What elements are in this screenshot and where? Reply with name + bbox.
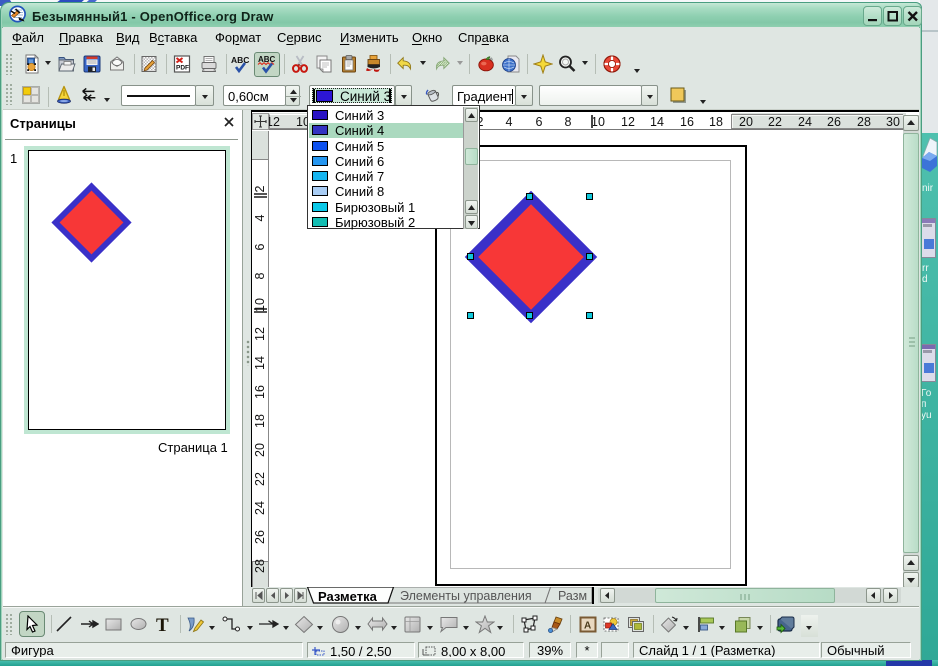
svg-text:ABC: ABC xyxy=(231,55,249,65)
svg-text:A: A xyxy=(584,621,591,632)
svg-text:%: % xyxy=(489,56,493,61)
svg-text:T: T xyxy=(156,615,169,634)
svg-text:PDF: PDF xyxy=(176,65,189,72)
